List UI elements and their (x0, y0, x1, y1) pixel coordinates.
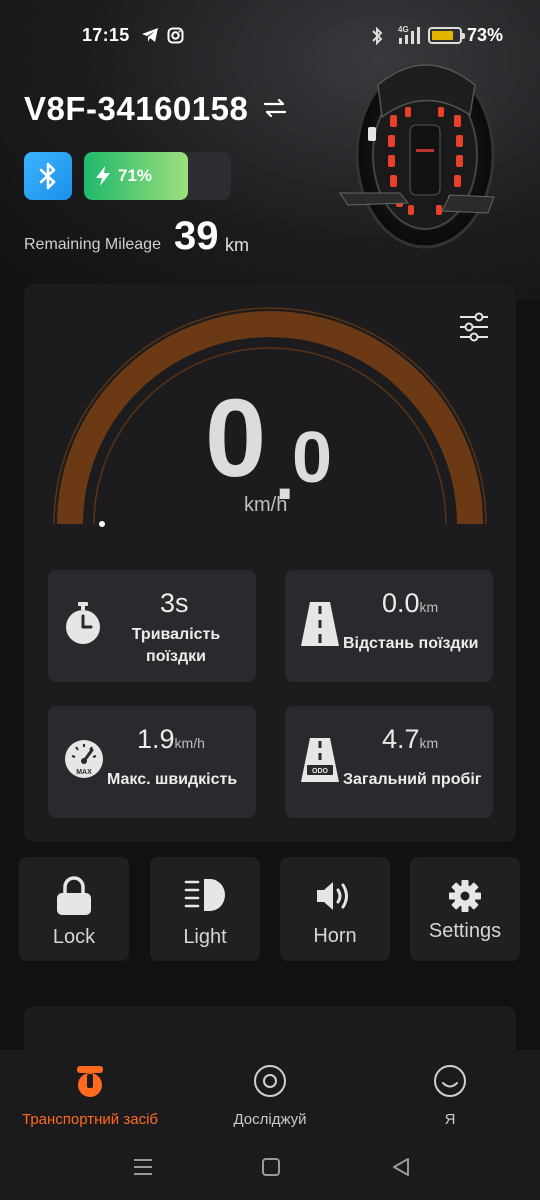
trip-distance-label: Відстань поїздки (343, 635, 479, 652)
device-name[interactable]: V8F-34160158 (24, 90, 248, 128)
settings-label: Settings (428, 920, 502, 942)
svg-text:4G: 4G (398, 25, 409, 34)
odometer-road-icon: ODO (301, 738, 339, 787)
unicycle-image (330, 45, 500, 260)
total-mileage-tile: ODO 4.7km Загальний пробіг (285, 706, 493, 818)
speed-decimal: 0 (292, 418, 333, 498)
horn-label: Horn (313, 925, 357, 947)
instagram-icon (167, 27, 184, 49)
profile-icon (360, 1064, 540, 1102)
horn-icon (280, 879, 390, 913)
trip-duration-label: Тривалість поїздки (131, 626, 221, 665)
nav-vehicle-label: Транспортний засіб (22, 1111, 158, 1128)
max-speed-value: 1.9km/h (137, 724, 205, 754)
lock-button[interactable]: Lock (19, 857, 129, 961)
battery-status-icon (428, 27, 465, 44)
bluetooth-connection-button[interactable] (24, 152, 72, 200)
road-icon (301, 602, 339, 651)
vehicle-icon (0, 1064, 180, 1102)
trip-distance-value: 0.0km (382, 588, 439, 618)
nav-profile[interactable]: Я (360, 1064, 540, 1128)
status-battery-percent: 73% (467, 25, 504, 45)
trip-duration-value: 3s (160, 588, 189, 618)
odo-badge: ODO (312, 768, 329, 775)
trip-duration-tile: 3s Тривалість поїздки (48, 570, 256, 682)
speed-indicator-dot (99, 521, 105, 527)
max-speed-label: Макс. швидкість (107, 771, 238, 788)
bluetooth-icon (39, 162, 56, 190)
charging-bolt-icon (94, 165, 112, 192)
horn-button[interactable]: Horn (280, 857, 390, 961)
speed-unit: km/h (244, 494, 288, 516)
lock-label: Lock (52, 926, 96, 948)
gear-icon (410, 879, 520, 913)
nav-explore[interactable]: Досліджуй (180, 1064, 360, 1128)
recent-apps-icon[interactable] (133, 1158, 153, 1181)
lock-icon (19, 875, 129, 917)
max-badge: MAX (76, 769, 92, 776)
status-time: 17:15 (82, 25, 130, 45)
trip-distance-tile: 0.0km Відстань поїздки (285, 570, 493, 682)
speed-integer: 0 (205, 377, 266, 500)
total-mileage-value: 4.7km (382, 724, 439, 754)
nav-explore-label: Досліджуй (233, 1111, 307, 1128)
max-speed-tile: MAX 1.9km/h Макс. швидкість (48, 706, 256, 818)
settings-button[interactable]: Settings (410, 857, 520, 961)
back-icon[interactable] (392, 1157, 410, 1182)
home-icon[interactable] (262, 1158, 280, 1181)
explore-icon (180, 1064, 360, 1102)
battery-percent: 71% (118, 166, 153, 185)
battery-level-bar: 71% (84, 152, 231, 200)
remaining-mileage-label: Remaining Mileage (24, 236, 161, 253)
remaining-mileage-value: 39 (174, 214, 219, 258)
nav-vehicle[interactable]: Транспортний засіб (0, 1064, 180, 1128)
max-speedometer-icon: MAX (64, 738, 104, 785)
light-label: Light (183, 926, 227, 948)
total-mileage-label: Загальний пробіг (343, 771, 482, 788)
light-button[interactable]: Light (150, 857, 260, 961)
system-navigation-bar (0, 1148, 540, 1188)
remaining-mileage-unit: km (225, 235, 249, 255)
nav-profile-label: Я (444, 1111, 456, 1128)
headlight-icon (150, 877, 260, 913)
telegram-icon (141, 27, 159, 48)
switch-device-icon[interactable] (262, 96, 288, 125)
stopwatch-icon (64, 602, 102, 651)
